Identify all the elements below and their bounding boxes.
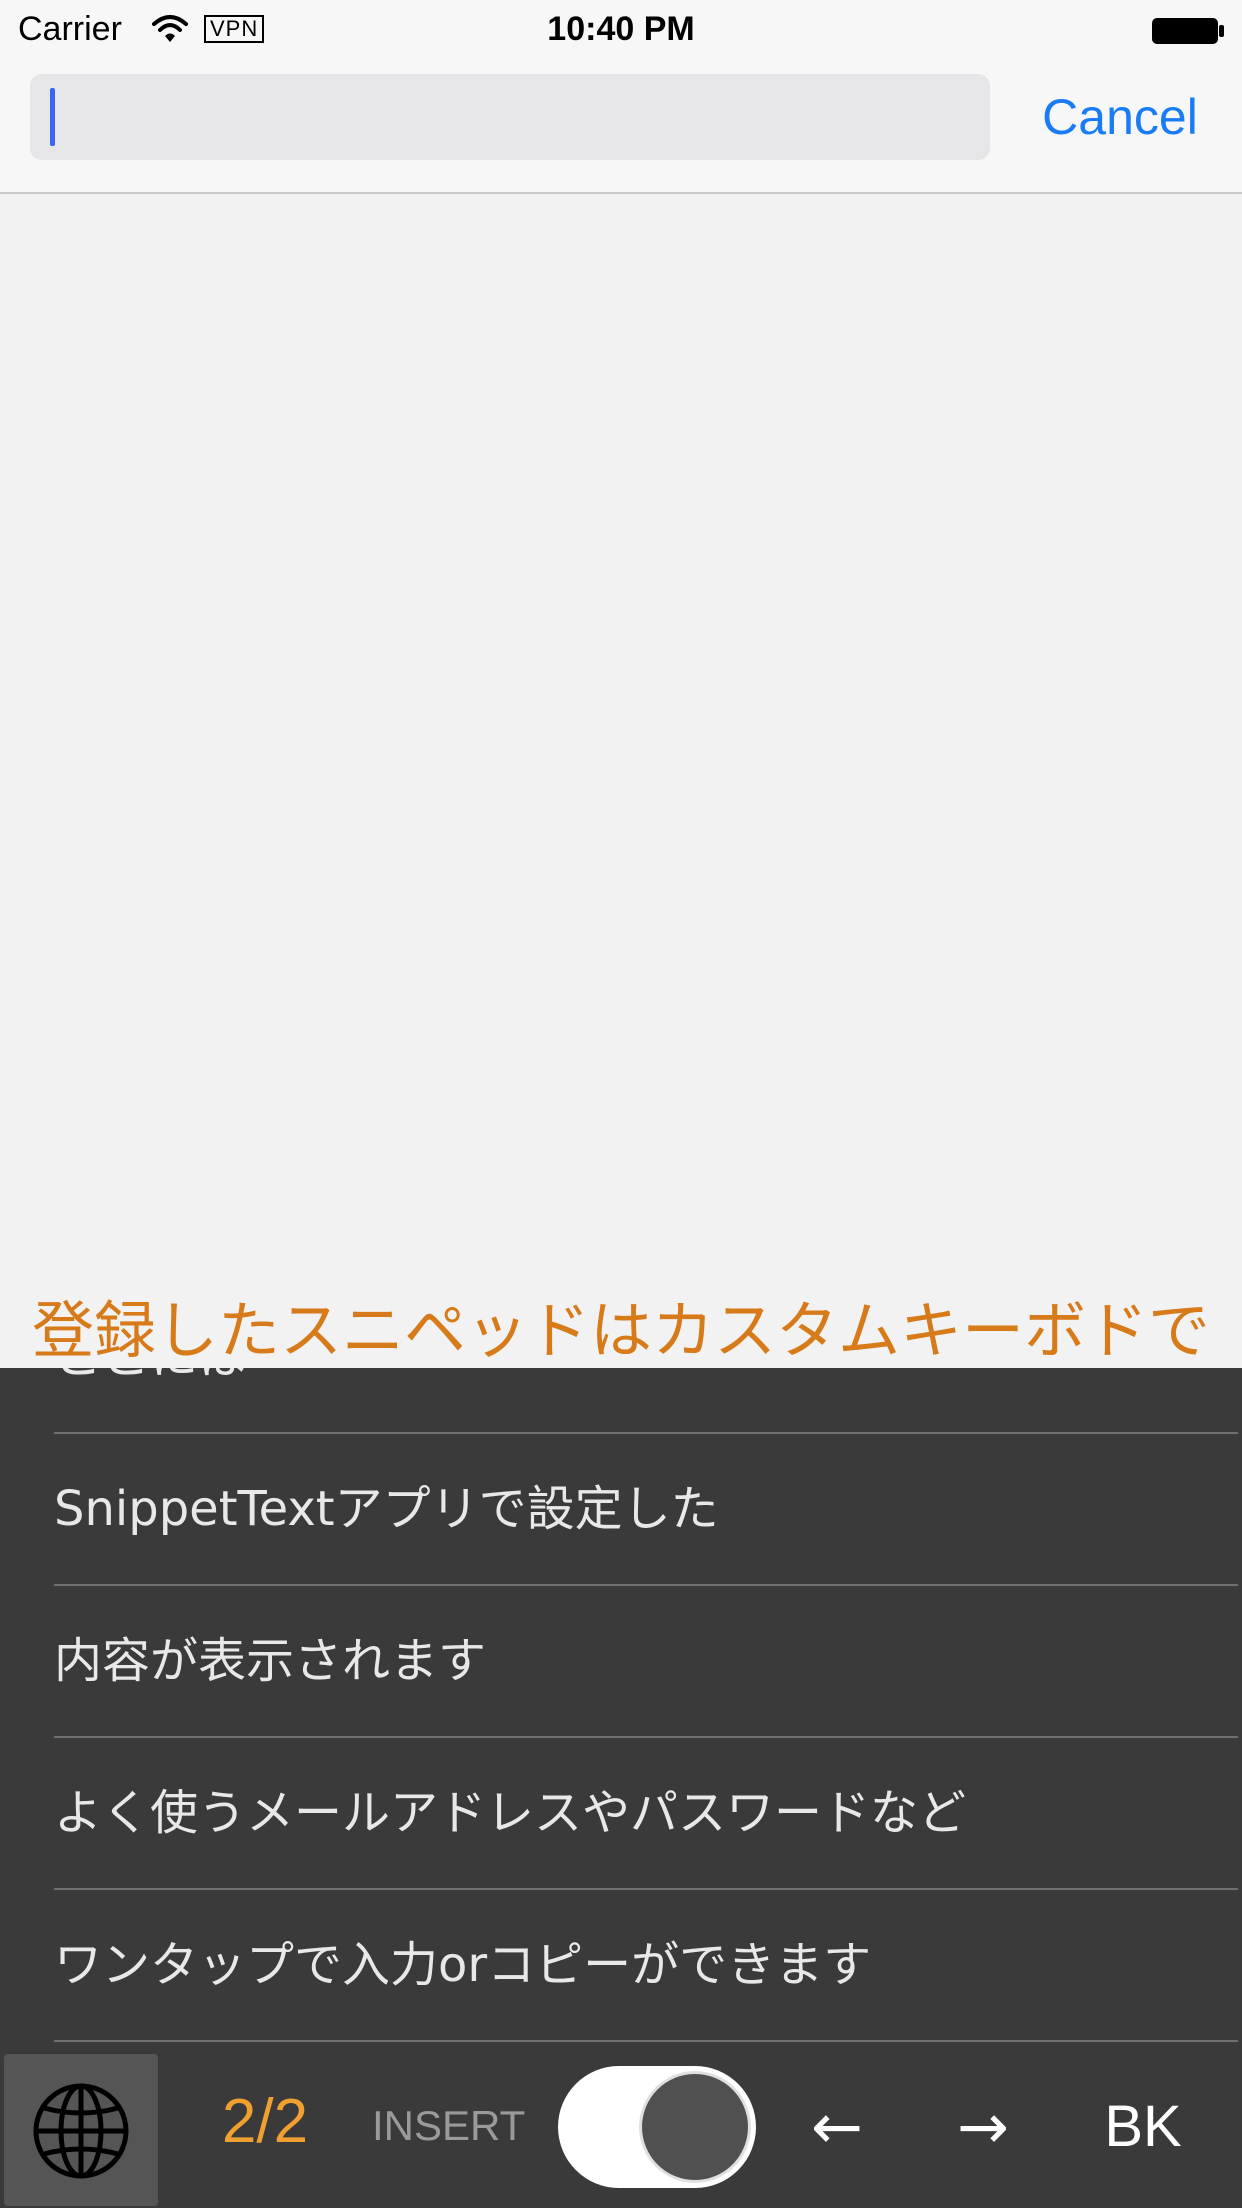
toggle-knob (642, 2074, 748, 2180)
cursor-left-button[interactable]: ← (782, 2082, 892, 2172)
promo-banner-text: 登録したスニペッドはカスタムキーボドで (31, 1294, 1210, 1367)
snippet-item[interactable]: ここには (54, 1368, 1238, 1434)
page-indicator: 2/2 (221, 2087, 309, 2156)
snippet-list: ここには SnippetTextアプリで設定した 内容が表示されます よく使うメ… (0, 1368, 1242, 2042)
globe-icon (33, 2083, 129, 2179)
text-caret (50, 88, 55, 146)
cancel-button[interactable]: Cancel (1010, 82, 1230, 152)
snippet-item[interactable]: よく使うメールアドレスやパスワードなど (54, 1738, 1238, 1890)
content-area (0, 194, 1242, 1274)
cursor-right-button[interactable]: → (928, 2082, 1038, 2172)
clock: 10:40 PM (547, 10, 695, 48)
search-input[interactable] (30, 74, 990, 160)
insert-label: INSERT (372, 2102, 526, 2149)
keyboard-toolbar: 2/2 INSERT ← → BK (0, 2042, 1242, 2208)
backspace-button[interactable]: BK (1078, 2082, 1208, 2172)
custom-keyboard: ここには SnippetTextアプリで設定した 内容が表示されます よく使うメ… (0, 1368, 1242, 2208)
battery-icon (1150, 16, 1226, 51)
globe-button[interactable] (4, 2054, 158, 2206)
status-bar: Carrier VPN 10:40 PM (0, 0, 1242, 60)
snippet-item[interactable]: 内容が表示されます (54, 1586, 1238, 1738)
search-header: Cancel (0, 60, 1242, 194)
snippet-item[interactable]: ワンタップで入力orコピーができます (54, 1890, 1238, 2042)
snippet-item[interactable]: SnippetTextアプリで設定した (54, 1434, 1238, 1586)
insert-mode-toggle[interactable] (558, 2066, 756, 2188)
